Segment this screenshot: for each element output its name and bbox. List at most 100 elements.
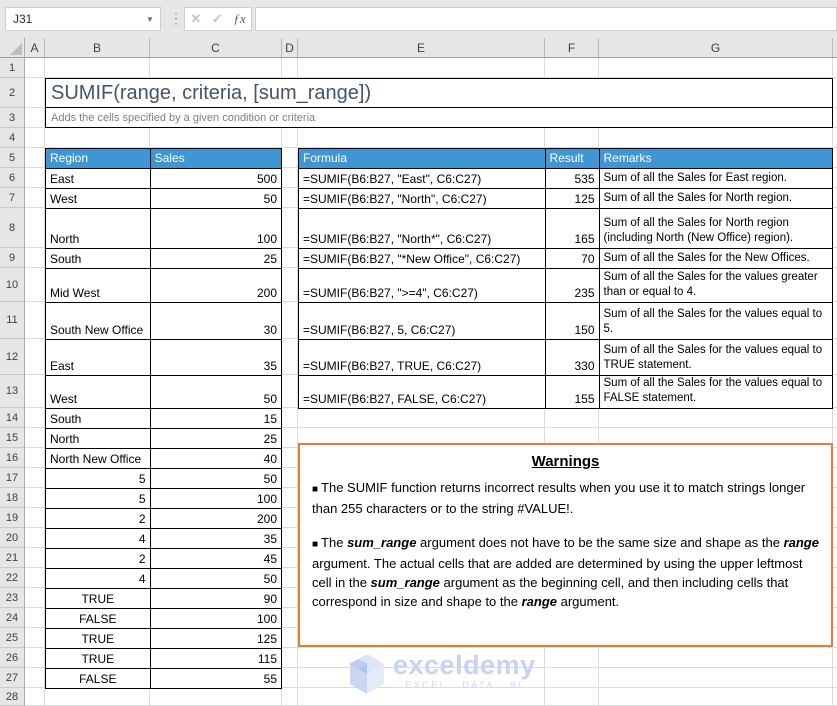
formula-bar-input[interactable] (255, 7, 837, 31)
cell-remarks[interactable]: Sum of all the Sales for East region. (598, 168, 833, 189)
cell-region[interactable]: 5 (45, 488, 151, 509)
cell-sales[interactable]: 40 (149, 448, 283, 469)
row-header-7[interactable]: 7 (0, 188, 24, 208)
cell-sales[interactable]: 100 (149, 208, 283, 249)
cell-sales[interactable]: 100 (149, 608, 283, 629)
cell-sales[interactable]: 35 (149, 528, 283, 549)
cell-region[interactable]: East (45, 168, 151, 189)
cell-region[interactable]: South (45, 248, 151, 269)
cell-region[interactable]: North New Office (45, 448, 151, 469)
cell-result[interactable]: 330 (544, 339, 600, 376)
row-header-27[interactable]: 27 (0, 668, 24, 688)
cell-region[interactable]: 4 (45, 568, 151, 589)
column-header-A[interactable]: A (25, 38, 45, 57)
cell-remarks[interactable]: Sum of all the Sales for the values equa… (598, 302, 833, 340)
cell-region[interactable]: West (45, 188, 151, 209)
column-header-sales[interactable]: Sales (149, 148, 283, 169)
sheet-grid[interactable]: 1 2 3 4 5 6 7 8 9 10 11 12 13 14 15 16 17 18 19 20 21 22 23 24 2… (0, 58, 837, 706)
cell-result[interactable]: 125 (544, 188, 600, 209)
row-header-17[interactable]: 17 (0, 468, 24, 488)
cell-sales[interactable]: 200 (149, 508, 283, 529)
cancel-icon[interactable]: ✕ (190, 11, 201, 27)
row-header-22[interactable]: 22 (0, 568, 24, 588)
cell-sales[interactable]: 30 (149, 302, 283, 340)
dropdown-arrow-icon[interactable]: ▼ (140, 15, 160, 24)
column-header-remarks[interactable]: Remarks (598, 148, 833, 169)
cell-result[interactable]: 150 (544, 302, 600, 340)
cell-region[interactable]: North (45, 428, 151, 449)
cell-remarks[interactable]: Sum of all the Sales for North region (i… (598, 208, 833, 249)
column-header-D[interactable]: D (282, 38, 298, 57)
cell-region[interactable]: TRUE (45, 588, 151, 609)
cell-formula[interactable]: =SUMIF(B6:B27, "East", C6:C27) (298, 168, 546, 189)
cell-region[interactable]: TRUE (45, 628, 151, 649)
cell-sales[interactable]: 50 (149, 375, 283, 409)
cell-result[interactable]: 235 (544, 268, 600, 303)
cell-region[interactable]: 5 (45, 468, 151, 489)
cell-region[interactable]: East (45, 339, 151, 376)
cell-region[interactable]: FALSE (45, 668, 151, 689)
row-header-10[interactable]: 10 (0, 268, 24, 302)
column-header-result[interactable]: Result (544, 148, 600, 169)
column-header-G[interactable]: G (599, 38, 833, 57)
cell-region[interactable]: South New Office (45, 302, 151, 340)
name-box-value[interactable]: J31 (6, 12, 140, 26)
cell-region[interactable]: 2 (45, 508, 151, 529)
cell-region[interactable]: Mid West (45, 268, 151, 303)
row-header-9[interactable]: 9 (0, 248, 24, 268)
cell-sales[interactable]: 200 (149, 268, 283, 303)
row-header-18[interactable]: 18 (0, 488, 24, 508)
column-header-F[interactable]: F (545, 38, 599, 57)
column-header-C[interactable]: C (150, 38, 282, 57)
cell-sales[interactable]: 25 (149, 428, 283, 449)
warnings-box[interactable]: Warnings ■ The SUMIF function returns inc… (298, 443, 833, 647)
row-header-13[interactable]: 13 (0, 375, 24, 408)
row-header-15[interactable]: 15 (0, 428, 24, 448)
row-header-20[interactable]: 20 (0, 528, 24, 548)
cell-sales[interactable]: 100 (149, 488, 283, 509)
row-header-23[interactable]: 23 (0, 588, 24, 608)
row-header-28[interactable]: 28 (0, 688, 24, 706)
cell-formula[interactable]: =SUMIF(B6:B27, "North*", C6:C27) (298, 208, 546, 249)
cell-region[interactable]: TRUE (45, 648, 151, 669)
confirm-icon[interactable]: ✓ (212, 11, 223, 27)
cell-formula[interactable]: =SUMIF(B6:B27, 5, C6:C27) (298, 302, 546, 340)
cell-remarks[interactable]: Sum of all the Sales for the New Offices… (598, 248, 833, 269)
cell-formula[interactable]: =SUMIF(B6:B27, "*New Office", C6:C27) (298, 248, 546, 269)
cell-sales[interactable]: 90 (149, 588, 283, 609)
cell-formula[interactable]: =SUMIF(B6:B27, TRUE, C6:C27) (298, 339, 546, 376)
cell-result[interactable]: 535 (544, 168, 600, 189)
row-header-25[interactable]: 25 (0, 628, 24, 648)
function-title-box[interactable]: SUMIF(range, criteria, [sum_range]) Adds… (45, 78, 833, 128)
cell-sales[interactable]: 125 (149, 628, 283, 649)
row-header-24[interactable]: 24 (0, 608, 24, 628)
insert-function-icon[interactable]: ƒx (233, 11, 245, 27)
row-header-2[interactable]: 2 (0, 78, 24, 108)
cell-result[interactable]: 70 (544, 248, 600, 269)
row-header-16[interactable]: 16 (0, 448, 24, 468)
row-header-21[interactable]: 21 (0, 548, 24, 568)
row-header-11[interactable]: 11 (0, 302, 24, 339)
cell-region[interactable]: West (45, 375, 151, 409)
row-header-3[interactable]: 3 (0, 108, 24, 128)
cell-result[interactable]: 155 (544, 375, 600, 409)
row-header-8[interactable]: 8 (0, 208, 24, 248)
cell-sales[interactable]: 35 (149, 339, 283, 376)
cell-region[interactable]: 4 (45, 528, 151, 549)
row-header-12[interactable]: 12 (0, 339, 24, 375)
cell-remarks[interactable]: Sum of all the Sales for the values equa… (598, 339, 833, 376)
cell-sales[interactable]: 50 (149, 468, 283, 489)
row-header-26[interactable]: 26 (0, 648, 24, 668)
cell-sales[interactable]: 50 (149, 188, 283, 209)
cell-formula[interactable]: =SUMIF(B6:B27, ">=4", C6:C27) (298, 268, 546, 303)
select-all-corner[interactable] (0, 38, 25, 57)
cell-sales[interactable]: 50 (149, 568, 283, 589)
cell-result[interactable]: 165 (544, 208, 600, 249)
row-header-4[interactable]: 4 (0, 128, 24, 148)
cell-region[interactable]: South (45, 408, 151, 429)
column-header-formula[interactable]: Formula (298, 148, 546, 169)
cell-remarks[interactable]: Sum of all the Sales for North region. (598, 188, 833, 209)
row-header-19[interactable]: 19 (0, 508, 24, 528)
name-box[interactable]: J31 ▼ (5, 7, 161, 31)
column-header-B[interactable]: B (45, 38, 150, 57)
